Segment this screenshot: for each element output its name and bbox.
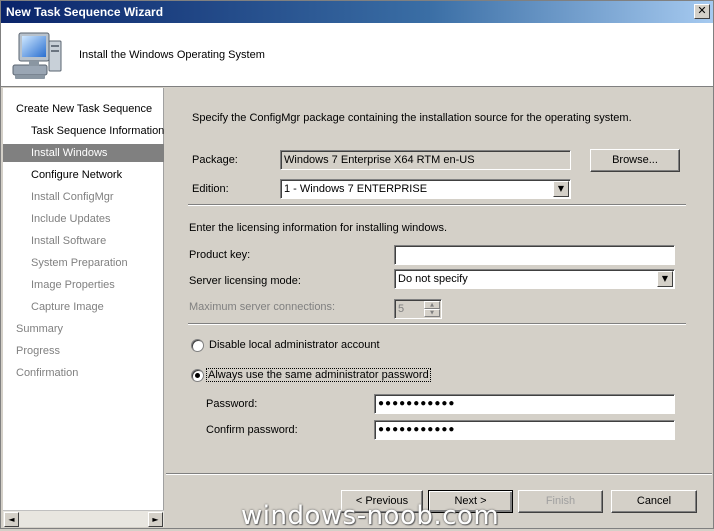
title-bar[interactable]: New Task Sequence Wizard ✕ [1,1,713,23]
edition-dropdown[interactable]: 1 - Windows 7 ENTERPRISE ▼ [280,179,571,199]
sidebar-item-confirmation: Confirmation [16,367,79,379]
window-title: New Task Sequence Wizard [6,5,164,19]
watermark: windows-noob.com [241,501,500,531]
product-key-label: Product key: [189,249,251,261]
close-icon: ✕ [697,4,707,17]
arrow-right-icon: ► [152,515,159,524]
max-server-connections-value: 5 [398,303,405,315]
sidebar-item-task-sequence-information[interactable]: Task Sequence Information [3,122,164,140]
chevron-down-icon: ▼ [661,274,669,283]
sidebar-item-configure-network[interactable]: Configure Network [3,166,164,184]
sidebar-item-system-preparation: System Preparation [31,257,128,269]
finish-button: Finish [518,490,603,513]
close-button[interactable]: ✕ [694,4,710,19]
separator [188,323,686,325]
package-label: Package: [192,154,238,166]
separator [188,204,686,206]
stepper-buttons: ▲ ▼ [424,301,440,317]
same-password-label[interactable]: Always use the same administrator passwo… [206,368,431,382]
disable-admin-radio[interactable] [191,339,204,352]
licensing-intro-text: Enter the licensing information for inst… [189,222,448,234]
password-input[interactable]: ●●●●●●●●●●● [374,394,675,414]
product-key-input[interactable] [394,245,675,265]
same-password-label-text: Always use the same administrator passwo… [206,368,431,382]
max-server-connections-label: Maximum server connections: [189,301,336,313]
sidebar-item-progress: Progress [16,345,61,357]
separator [166,473,712,475]
server-licensing-mode-dropdown-arrow[interactable]: ▼ [657,271,673,287]
sidebar-item-install-windows[interactable]: Install Windows [3,144,164,162]
sidebar-horizontal-scrollbar[interactable]: ◄ ► [3,510,164,527]
server-licensing-mode-dropdown[interactable]: Do not specify ▼ [394,269,675,289]
sidebar-item-summary: Summary [16,323,64,335]
server-licensing-mode-label: Server licensing mode: [189,275,301,287]
edition-value: 1 - Windows 7 ENTERPRISE [284,183,428,195]
sidebar-item-include-updates: Include Updates [31,213,111,225]
sidebar-item-install-configmgr: Install ConfigMgr [31,191,114,203]
spin-down-icon: ▼ [424,309,440,317]
edition-dropdown-arrow[interactable]: ▼ [553,181,569,197]
confirm-password-input[interactable]: ●●●●●●●●●●● [374,420,675,440]
wizard-window: New Task Sequence Wizard ✕ Install the W… [0,0,714,531]
sidebar-item-create-new-task-sequence[interactable]: Create New Task Sequence [3,100,164,118]
same-password-radio[interactable] [191,369,204,382]
page-title: Install the Windows Operating System [79,49,265,61]
wizard-steps-sidebar: Create New Task Sequence Task Sequence I… [3,88,164,510]
sidebar-item-image-properties: Image Properties [31,279,115,291]
confirm-password-label: Confirm password: [206,424,298,436]
scroll-right-button[interactable]: ► [148,512,163,527]
max-server-connections-stepper: 5 ▲ ▼ [394,299,442,319]
scroll-left-button[interactable]: ◄ [4,512,19,527]
spin-up-icon: ▲ [424,301,440,309]
package-field: Windows 7 Enterprise X64 RTM en-US [280,150,571,170]
cancel-button[interactable]: Cancel [611,490,697,513]
password-label: Password: [206,398,258,410]
sidebar-item-install-software: Install Software [31,235,107,247]
browse-button[interactable]: Browse... [590,149,680,172]
wizard-header: Install the Windows Operating System [1,23,713,87]
server-licensing-mode-value: Do not specify [398,273,468,285]
arrow-left-icon: ◄ [8,515,15,524]
edition-label: Edition: [192,183,229,195]
sidebar-item-capture-image: Capture Image [31,301,104,313]
chevron-down-icon: ▼ [557,184,565,193]
computer-icon [12,32,62,79]
disable-admin-label[interactable]: Disable local administrator account [209,339,380,351]
intro-text: Specify the ConfigMgr package containing… [192,112,632,124]
